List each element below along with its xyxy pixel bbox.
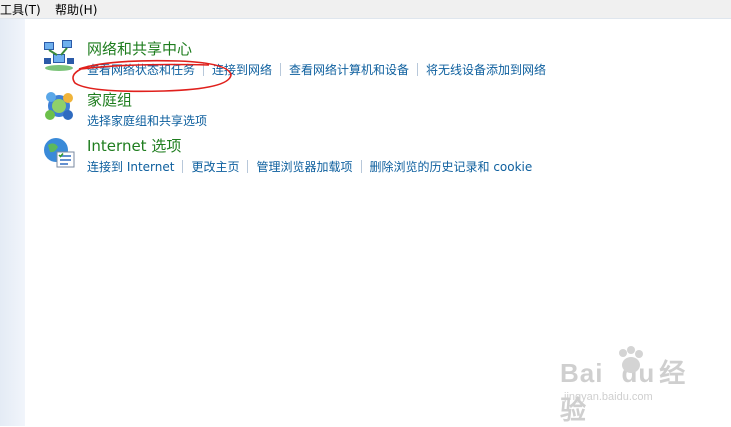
link-separator [203, 63, 205, 76]
paw-icon [619, 346, 643, 373]
category-internet-options: Internet 选项 连接到 Internet 更改主页 管理浏览器加载项 删除浏览… [42, 135, 722, 185]
menu-tools[interactable]: 工具(T) [0, 1, 41, 18]
left-pane [0, 19, 25, 426]
watermark-site: jingyan.baidu.com [564, 391, 653, 403]
category-title[interactable]: 网络和共享中心 [87, 38, 192, 59]
internet-options-icon [44, 138, 75, 168]
link-separator [417, 63, 419, 76]
category-network-sharing: 网络和共享中心 查看网络状态和任务 连接到网络 查看网络计算机和设备 将无线设备添加到… [42, 38, 722, 88]
link-delete-history[interactable]: 删除浏览的历史记录和 cookie [370, 160, 533, 174]
link-separator [182, 160, 184, 173]
link-connect-internet[interactable]: 连接到 Internet [87, 160, 174, 174]
menu-help[interactable]: 帮助(H) [55, 1, 97, 18]
category-homegroup: 家庭组 选择家庭组和共享选项 [42, 89, 722, 139]
category-links: 选择家庭组和共享选项 [87, 112, 207, 129]
link-homegroup-sharing-options[interactable]: 选择家庭组和共享选项 [87, 114, 207, 128]
category-title[interactable]: Internet 选项 [87, 135, 181, 156]
link-manage-addons[interactable]: 管理浏览器加载项 [256, 160, 352, 174]
link-connect-network[interactable]: 连接到网络 [212, 63, 272, 77]
link-separator [280, 63, 282, 76]
link-view-network-computers[interactable]: 查看网络计算机和设备 [289, 63, 409, 77]
network-sharing-icon [44, 40, 74, 71]
homegroup-icon [45, 92, 73, 120]
category-links: 连接到 Internet 更改主页 管理浏览器加载项 删除浏览的历史记录和 cooki… [87, 158, 532, 175]
menu-bar: 工具(T) 帮助(H) [0, 0, 731, 19]
category-title[interactable]: 家庭组 [87, 89, 132, 110]
link-separator [247, 160, 249, 173]
baidu-watermark: Bai du 经验 jingyan.baidu.com [560, 345, 710, 425]
link-separator [360, 160, 362, 173]
link-view-network-status[interactable]: 查看网络状态和任务 [87, 63, 195, 77]
category-links: 查看网络状态和任务 连接到网络 查看网络计算机和设备 将无线设备添加到网络 [87, 61, 546, 78]
link-change-homepage[interactable]: 更改主页 [191, 160, 239, 174]
link-add-wireless-device[interactable]: 将无线设备添加到网络 [426, 63, 546, 77]
